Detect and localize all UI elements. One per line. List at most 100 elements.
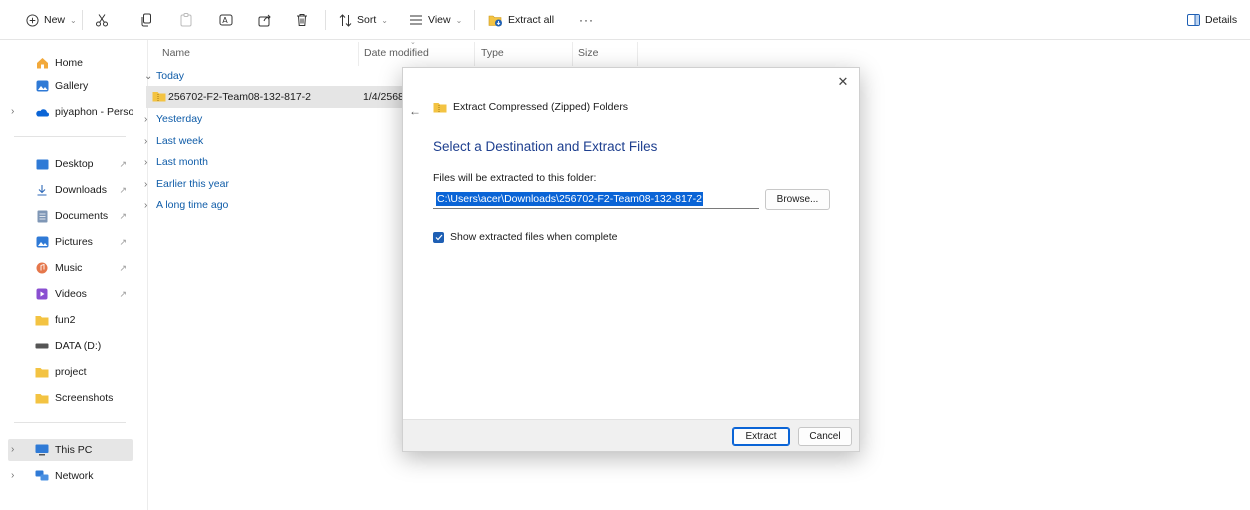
file-row[interactable]: 256702-F2-Team08-132-817-2 1/4/2568 [146,86,404,108]
more-options-label: ··· [579,13,594,27]
chevron-down-icon: ⌄ [381,15,388,25]
new-button[interactable]: New ⌄ [26,8,77,32]
folder-icon [35,366,49,378]
dialog-title: Select a Destination and Extract Files [433,139,658,154]
details-button[interactable]: Details [1187,8,1237,32]
chevron-right-icon: › [144,156,148,168]
folder-icon [35,314,49,326]
column-divider[interactable] [474,42,475,66]
sidebar-item-data-drive[interactable]: DATA (D:) [8,335,133,357]
sort-arrows-icon [339,13,352,27]
column-header-date[interactable]: Date modified [364,47,429,59]
delete-button[interactable] [296,8,308,32]
group-header-today[interactable]: ⌄ Today [144,70,184,82]
copy-icon [141,13,151,27]
extract-dialog: ✕ ← Extract Compressed (Zipped) Folders … [402,67,860,452]
drive-icon [35,340,49,352]
column-header-type[interactable]: Type [481,47,504,59]
sidebar-item-documents[interactable]: Documents ↗ [8,205,133,227]
sort-button[interactable]: Sort ⌄ [339,8,388,32]
sidebar-item-home[interactable]: Home [8,52,133,74]
chevron-down-icon: ⌄ [144,70,153,82]
view-button[interactable]: View ⌄ [409,8,462,32]
toolbar-divider [325,10,326,30]
dialog-header-text: Extract Compressed (Zipped) Folders [453,101,629,113]
new-button-label: New [44,14,66,26]
sidebar-item-downloads[interactable]: Downloads ↗ [8,179,133,201]
sidebar-item-onedrive[interactable]: piyaphon - Persona [8,101,133,123]
pin-icon: ↗ [119,262,127,273]
sidebar-item-label: Desktop [55,158,94,170]
folder-icon [35,392,49,404]
sidebar-item-gallery[interactable]: Gallery [8,75,133,97]
paste-button[interactable] [180,8,192,32]
browse-button[interactable]: Browse... [765,189,830,210]
column-header-size[interactable]: Size [578,47,598,59]
extract-all-button[interactable]: Extract all [488,8,554,32]
group-header-yesterday[interactable]: › Yesterday [144,113,202,125]
nav-divider [14,136,126,137]
column-divider[interactable] [358,42,359,66]
toolbar-divider [82,10,83,30]
sidebar-item-screenshots[interactable]: Screenshots [8,387,133,409]
nav-divider [14,422,126,423]
extract-button[interactable]: Extract [732,427,790,446]
sidebar-item-label: Downloads [55,184,107,196]
column-header-name[interactable]: Name [162,47,190,59]
toolbar-divider [474,10,475,30]
sidebar-item-label: DATA (D:) [55,340,102,352]
sidebar-item-desktop[interactable]: Desktop ↗ [8,153,133,175]
checkbox-checked-icon[interactable] [433,231,444,243]
share-button[interactable] [258,8,272,32]
sidebar-item-music[interactable]: Music ↗ [8,257,133,279]
file-date: 1/4/2568 [363,91,404,103]
copy-button[interactable] [140,8,153,32]
destination-path-input[interactable]: C:\Users\acer\Downloads\256702-F2-Team08… [433,189,759,209]
sidebar-item-label: Music [55,262,83,274]
sidebar-item-label: Pictures [55,236,93,248]
back-arrow-icon[interactable]: ← [409,104,421,118]
cut-button[interactable] [95,8,109,32]
sidebar-item-label: Documents [55,210,109,222]
sort-indicator-icon: ⌄ [410,39,416,46]
rename-button[interactable]: A [219,8,234,32]
extract-zip-icon [488,15,502,26]
sidebar-item-this-pc[interactable]: This PC [8,439,133,461]
pin-icon: ↗ [119,158,127,169]
sidebar-item-network[interactable]: Network [8,465,133,487]
group-header-earlier-this-year[interactable]: › Earlier this year [144,178,229,190]
sidebar-item-videos[interactable]: Videos ↗ [8,283,133,305]
column-divider[interactable] [637,42,638,66]
home-icon [35,57,49,69]
destination-label: Files will be extracted to this folder: [433,172,597,184]
group-label: Last month [156,156,208,168]
computer-icon [35,444,49,456]
group-header-last-month[interactable]: › Last month [144,156,208,168]
sidebar-item-project[interactable]: project [8,361,133,383]
more-options-button[interactable]: ··· [579,8,594,32]
pictures-icon [35,236,49,248]
sidebar-item-fun2[interactable]: fun2 [8,309,133,331]
sidebar-item-label: Gallery [55,80,89,92]
checkbox-label: Show extracted files when complete [450,231,618,243]
group-label: Yesterday [156,113,203,125]
chevron-right-icon[interactable]: › [11,106,14,117]
documents-icon [35,210,49,222]
sidebar-item-pictures[interactable]: Pictures ↗ [8,231,133,253]
close-icon[interactable]: ✕ [835,74,851,90]
pin-icon: ↗ [119,184,127,195]
group-header-last-week[interactable]: › Last week [144,135,203,147]
dialog-header: Extract Compressed (Zipped) Folders [433,101,628,113]
group-header-long-time-ago[interactable]: › A long time ago [144,199,228,211]
chevron-down-icon: ⌄ [70,15,77,25]
scissors-icon [96,14,108,27]
paste-icon [180,13,192,27]
show-files-option[interactable]: Show extracted files when complete [433,231,618,243]
chevron-right-icon[interactable]: › [11,470,14,481]
chevron-down-icon: ⌄ [455,15,463,25]
view-lines-icon [410,15,422,25]
column-divider[interactable] [572,42,573,66]
cancel-button[interactable]: Cancel [798,427,852,446]
chevron-right-icon[interactable]: › [11,444,14,455]
sidebar-item-label: Network [55,470,94,482]
